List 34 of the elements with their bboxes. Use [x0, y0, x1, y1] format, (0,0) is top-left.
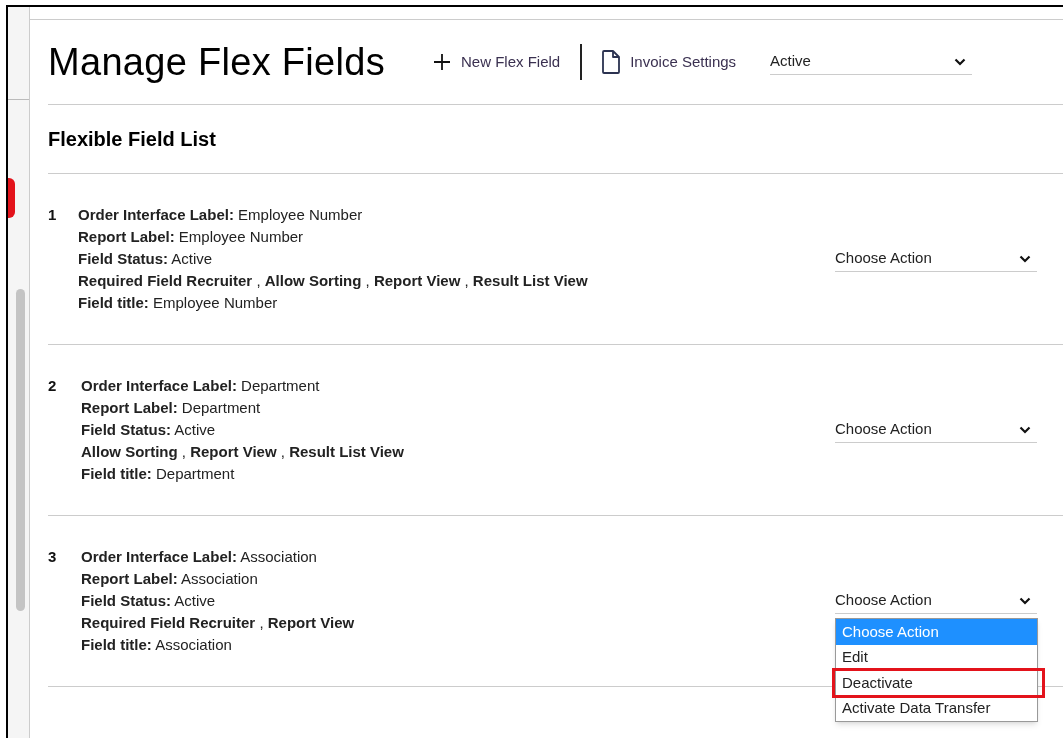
dropdown-option[interactable]: Activate Data Transfer [836, 695, 1037, 721]
field-detail: Field title: Department [81, 464, 236, 484]
section-title: Flexible Field List [48, 127, 216, 152]
invoice-settings-button[interactable]: Invoice Settings [602, 50, 737, 74]
field-detail: Order Interface Label: Employee Number [78, 205, 364, 225]
field-detail: Order Interface Label: Department [81, 376, 321, 396]
field-detail: Report Label: Department [81, 398, 262, 418]
dropdown-option[interactable]: Edit [836, 644, 1037, 670]
field-detail: Field Status: Active [81, 591, 217, 611]
field-detail: Field title: Association [81, 635, 233, 655]
row-number: 2 [48, 376, 58, 396]
document-icon [602, 50, 621, 74]
chevron-down-icon [954, 57, 967, 66]
action-select[interactable]: Choose Action [835, 246, 1037, 272]
row-number: 3 [48, 547, 58, 567]
row-number: 1 [48, 205, 58, 225]
field-detail: Required Field Recruiter , Allow Sorting , Report View , Result List View [78, 271, 589, 291]
scrollbar-thumb[interactable] [16, 289, 25, 611]
field-detail: Report Label: Association [81, 569, 259, 589]
field-detail: Allow Sorting , Report View , Result List View [81, 442, 405, 462]
chevron-down-icon [1019, 596, 1031, 605]
field-detail: Order Interface Label: Association [81, 547, 318, 567]
field-detail: Field title: Employee Number [78, 293, 279, 313]
field-detail: Report Label: Employee Number [78, 227, 305, 247]
status-dropdown[interactable]: Active [770, 49, 973, 75]
page-title: Manage Flex Fields [48, 39, 385, 85]
chevron-down-icon [1019, 254, 1031, 263]
field-detail: Required Field Recruiter , Report View [81, 613, 356, 633]
new-field-button[interactable]: New Flex Field [433, 50, 561, 74]
field-detail: Field Status: Active [81, 420, 217, 440]
plus-icon [433, 53, 451, 71]
chevron-down-icon [1019, 425, 1031, 434]
action-select[interactable]: Choose Action [835, 417, 1037, 443]
field-detail: Field Status: Active [78, 249, 214, 269]
